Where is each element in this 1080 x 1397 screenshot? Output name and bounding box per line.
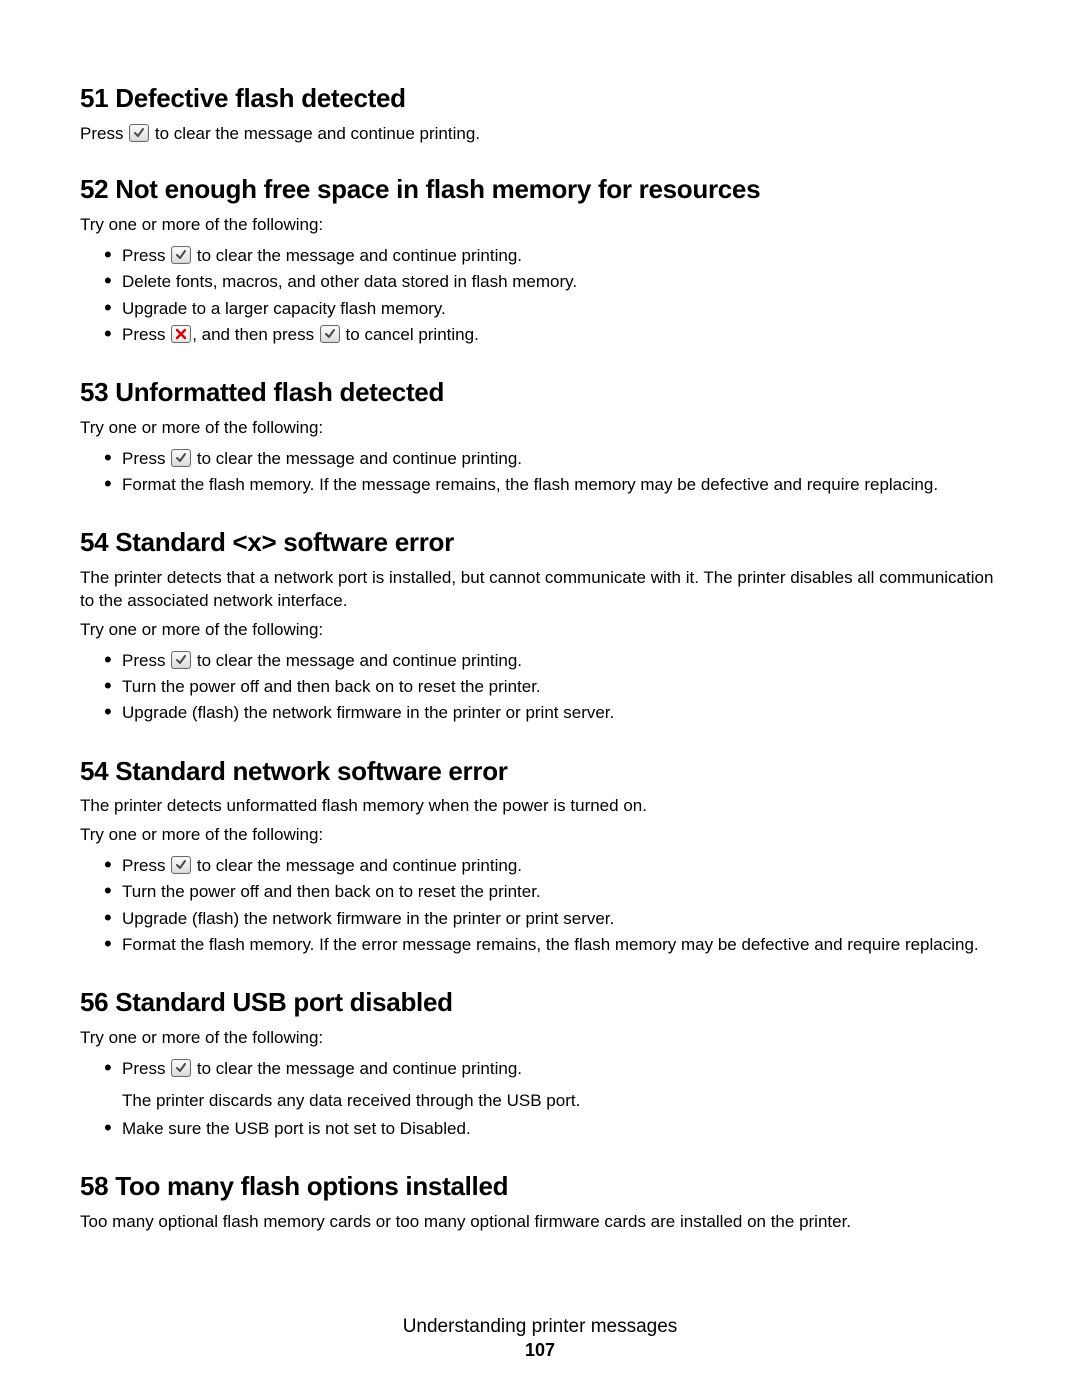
- text: Press: [122, 1059, 170, 1078]
- text: Press: [122, 651, 170, 670]
- list-item: Press to clear the message and continue …: [104, 853, 1000, 879]
- list-item: Press to clear the message and continue …: [104, 243, 1000, 269]
- list-item: Upgrade (flash) the network firmware in …: [104, 906, 1000, 932]
- heading-52: 52 Not enough free space in flash memory…: [80, 173, 1000, 206]
- check-icon: [171, 651, 191, 669]
- list-item: Press to clear the message and continue …: [104, 446, 1000, 472]
- list-item: Make sure the USB port is not set to Dis…: [104, 1116, 1000, 1142]
- list-56: Press to clear the message and continue …: [80, 1056, 1000, 1142]
- check-icon: [129, 124, 149, 142]
- text: to clear the message and continue printi…: [192, 1059, 522, 1078]
- list-item: Turn the power off and then back on to r…: [104, 674, 1000, 700]
- text: Press: [122, 246, 170, 265]
- list-item: Upgrade to a larger capacity flash memor…: [104, 296, 1000, 322]
- check-icon: [171, 449, 191, 467]
- text-56-intro: Try one or more of the following:: [80, 1027, 1000, 1050]
- list-item-note: The printer discards any data received t…: [122, 1084, 1000, 1114]
- heading-51: 51 Defective flash detected: [80, 82, 1000, 115]
- page: 51 Defective flash detected Press to cle…: [0, 0, 1080, 1397]
- list-item: Press , and then press to cancel printin…: [104, 322, 1000, 348]
- list-item: Upgrade (flash) the network firmware in …: [104, 700, 1000, 726]
- list-54a: Press to clear the message and continue …: [80, 648, 1000, 727]
- text: to cancel printing.: [341, 325, 479, 344]
- text: Press: [122, 856, 170, 875]
- text-54b-desc: The printer detects unformatted flash me…: [80, 795, 1000, 818]
- check-icon: [320, 325, 340, 343]
- text: to clear the message and continue printi…: [192, 246, 522, 265]
- list-item: Turn the power off and then back on to r…: [104, 879, 1000, 905]
- list-52: Press to clear the message and continue …: [80, 243, 1000, 348]
- list-item: Press to clear the message and continue …: [104, 648, 1000, 674]
- text-58-desc: Too many optional flash memory cards or …: [80, 1211, 1000, 1234]
- text: to clear the message and continue printi…: [150, 124, 480, 143]
- text-51-press: Press to clear the message and continue …: [80, 123, 1000, 146]
- list-item: Format the flash memory. If the error me…: [104, 932, 1000, 958]
- text: Press: [122, 449, 170, 468]
- text: to clear the message and continue printi…: [192, 449, 522, 468]
- text-54a-desc: The printer detects that a network port …: [80, 567, 1000, 613]
- check-icon: [171, 246, 191, 264]
- heading-53: 53 Unformatted flash detected: [80, 376, 1000, 409]
- text: to clear the message and continue printi…: [192, 651, 522, 670]
- footer-title: Understanding printer messages: [0, 1316, 1080, 1338]
- heading-54b: 54 Standard network software error: [80, 755, 1000, 788]
- text-52-intro: Try one or more of the following:: [80, 214, 1000, 237]
- list-53: Press to clear the message and continue …: [80, 446, 1000, 499]
- list-item: Press to clear the message and continue …: [104, 1056, 1000, 1114]
- list-54b: Press to clear the message and continue …: [80, 853, 1000, 958]
- text: to clear the message and continue printi…: [192, 856, 522, 875]
- page-footer: Understanding printer messages 107: [0, 1316, 1080, 1361]
- text-54a-intro: Try one or more of the following:: [80, 619, 1000, 642]
- heading-54a: 54 Standard <x> software error: [80, 526, 1000, 559]
- list-item: Delete fonts, macros, and other data sto…: [104, 269, 1000, 295]
- check-icon: [171, 856, 191, 874]
- text: Press: [80, 124, 128, 143]
- check-icon: [171, 1059, 191, 1077]
- footer-page-number: 107: [0, 1340, 1080, 1361]
- heading-56: 56 Standard USB port disabled: [80, 986, 1000, 1019]
- list-item: Format the flash memory. If the message …: [104, 472, 1000, 498]
- text-53-intro: Try one or more of the following:: [80, 417, 1000, 440]
- x-icon: [171, 325, 191, 343]
- text: Press: [122, 325, 170, 344]
- heading-58: 58 Too many flash options installed: [80, 1170, 1000, 1203]
- text: , and then press: [192, 325, 319, 344]
- text-54b-intro: Try one or more of the following:: [80, 824, 1000, 847]
